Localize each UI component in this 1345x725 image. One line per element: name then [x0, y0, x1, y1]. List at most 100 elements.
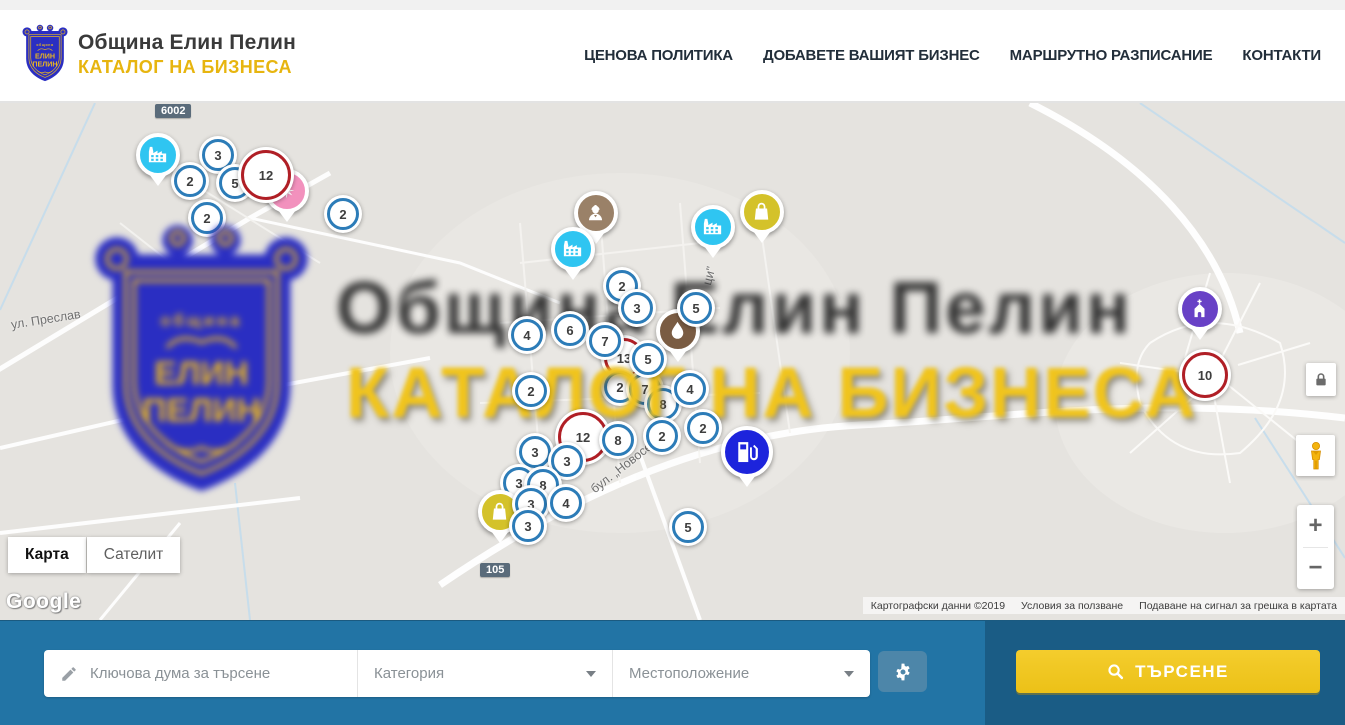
cluster-count: 12: [259, 168, 273, 183]
cluster-marker[interactable]: 2: [171, 162, 209, 200]
cluster-marker[interactable]: 2: [684, 409, 722, 447]
cluster-marker[interactable]: 5: [669, 508, 707, 546]
street-view-pegman-button[interactable]: [1296, 435, 1335, 476]
cluster-count: 5: [692, 301, 699, 316]
cluster-marker[interactable]: 12: [238, 147, 294, 203]
header: Община Елин Пелин КАТАЛОГ НА БИЗНЕСА ЦЕН…: [0, 10, 1345, 103]
cluster-count: 3: [214, 148, 221, 163]
search-icon: [1107, 663, 1124, 680]
cluster-count: 2: [618, 279, 625, 294]
search-button[interactable]: ТЪРСЕНЕ: [1016, 650, 1320, 693]
cluster-count: 2: [527, 384, 534, 399]
google-logo[interactable]: Google: [6, 590, 81, 614]
route-shield: 6002: [155, 104, 191, 118]
nav-add-your-business[interactable]: ДОБАВЕТЕ ВАШИЯТ БИЗНЕС: [763, 47, 980, 64]
pegman-icon: [1304, 441, 1328, 471]
cluster-marker[interactable]: 10: [1179, 349, 1231, 401]
main-nav: ЦЕНОВА ПОЛИТИКА ДОБАВЕТЕ ВАШИЯТ БИЗНЕС М…: [584, 10, 1321, 101]
cluster-count: 2: [699, 421, 706, 436]
map-canvas[interactable]: ул. Преславбул. „Новоселци"ци" 6002105 О…: [0, 103, 1345, 620]
lock-button[interactable]: [1306, 363, 1336, 396]
cluster-marker[interactable]: 8: [599, 421, 637, 459]
gear-icon: [893, 662, 913, 682]
fuel-pin[interactable]: [721, 426, 773, 478]
map-type-map-button[interactable]: Карта: [8, 537, 86, 573]
cluster-marker[interactable]: 3: [618, 289, 656, 327]
search-bar: Категория Местоположение ТЪРСЕНЕ: [0, 620, 1345, 725]
zoom-in-button[interactable]: +: [1297, 506, 1334, 547]
terms-of-use-link[interactable]: Условия за ползване: [1021, 600, 1123, 612]
cluster-count: 5: [684, 520, 691, 535]
cluster-count: 3: [563, 454, 570, 469]
cluster-marker[interactable]: 5: [629, 340, 667, 378]
shopping-bag-pin[interactable]: [740, 190, 784, 234]
fuel-icon: [725, 430, 769, 474]
church-pin[interactable]: [1178, 287, 1222, 331]
factory-icon: [140, 137, 176, 173]
search-fields: Категория Местоположение: [44, 650, 870, 697]
cluster-marker[interactable]: 2: [324, 195, 362, 233]
factory-pin[interactable]: [691, 205, 735, 249]
cluster-marker[interactable]: 4: [547, 484, 585, 522]
cluster-count: 2: [616, 380, 623, 395]
cluster-marker[interactable]: 6: [551, 311, 589, 349]
map-type-satellite-button[interactable]: Сателит: [87, 537, 180, 573]
location-select[interactable]: Местоположение: [612, 650, 870, 697]
site-title: Община Елин Пелин: [78, 31, 296, 55]
municipality-crest-icon: [22, 24, 68, 84]
cluster-marker[interactable]: 4: [671, 370, 709, 408]
advanced-search-settings-button[interactable]: [878, 651, 927, 692]
map-data-copyright: Картографски данни ©2019: [871, 600, 1005, 612]
zoom-control: + −: [1297, 505, 1334, 589]
cluster-count: 5: [644, 352, 651, 367]
cluster-marker[interactable]: 4: [508, 316, 546, 354]
cluster-count: 3: [524, 519, 531, 534]
factory-pin[interactable]: [551, 227, 595, 271]
cluster-count: 4: [562, 496, 569, 511]
nav-pricing-policy[interactable]: ЦЕНОВА ПОЛИТИКА: [584, 47, 733, 64]
site-logo[interactable]: Община Елин Пелин КАТАЛОГ НА БИЗНЕСА: [22, 24, 296, 84]
factory-icon: [695, 209, 731, 245]
cluster-count: 2: [186, 174, 193, 189]
cluster-marker[interactable]: 2: [643, 417, 681, 455]
category-select-value: Категория: [374, 665, 444, 682]
report-map-error-link[interactable]: Подаване на сигнал за грешка в картата: [1139, 600, 1337, 612]
page-top-strip: [0, 0, 1345, 10]
cluster-marker[interactable]: 2: [188, 199, 226, 237]
nav-route-schedule[interactable]: МАРШРУТНО РАЗПИСАНИЕ: [1010, 47, 1213, 64]
cluster-count: 2: [339, 207, 346, 222]
map-type-control: Карта Сателит: [8, 537, 180, 573]
pencil-icon: [60, 665, 78, 683]
worker-icon: [578, 195, 614, 231]
cluster-count: 2: [203, 211, 210, 226]
chevron-down-icon: [586, 671, 596, 677]
cluster-count: 12: [576, 430, 590, 445]
cluster-count: 2: [658, 429, 665, 444]
cluster-count: 7: [601, 334, 608, 349]
zoom-out-button[interactable]: −: [1297, 548, 1334, 589]
map-attribution: Картографски данни ©2019 Условия за полз…: [863, 597, 1345, 614]
cluster-marker[interactable]: 3: [509, 507, 547, 545]
cluster-count: 10: [1198, 368, 1212, 383]
cluster-marker[interactable]: 5: [677, 289, 715, 327]
cluster-marker[interactable]: 7: [586, 322, 624, 360]
shopping-bag-icon: [744, 194, 780, 230]
nav-contacts[interactable]: КОНТАКТИ: [1242, 47, 1321, 64]
cluster-marker[interactable]: 2: [512, 372, 550, 410]
factory-pin[interactable]: [136, 133, 180, 177]
keyword-input[interactable]: [90, 650, 357, 697]
lock-icon: [1313, 371, 1329, 389]
search-button-label: ТЪРСЕНЕ: [1135, 662, 1229, 682]
category-select[interactable]: Категория: [357, 650, 612, 697]
cluster-count: 4: [686, 382, 693, 397]
cluster-count: 4: [523, 328, 530, 343]
cluster-count: 8: [614, 433, 621, 448]
cluster-count: 3: [531, 445, 538, 460]
chevron-down-icon: [844, 671, 854, 677]
keyword-field: [44, 650, 357, 697]
factory-icon: [555, 231, 591, 267]
cluster-count: 6: [566, 323, 573, 338]
cluster-count: 8: [659, 397, 666, 412]
church-icon: [1182, 291, 1218, 327]
site-subtitle: КАТАЛОГ НА БИЗНЕСА: [78, 57, 296, 78]
